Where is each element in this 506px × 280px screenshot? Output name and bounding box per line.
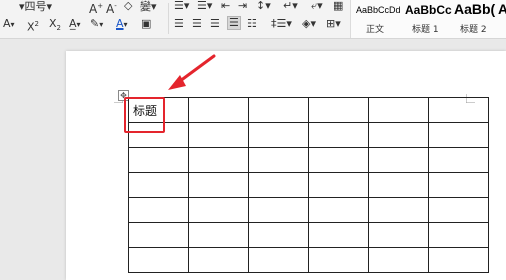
annotation-arrow bbox=[168, 54, 216, 90]
